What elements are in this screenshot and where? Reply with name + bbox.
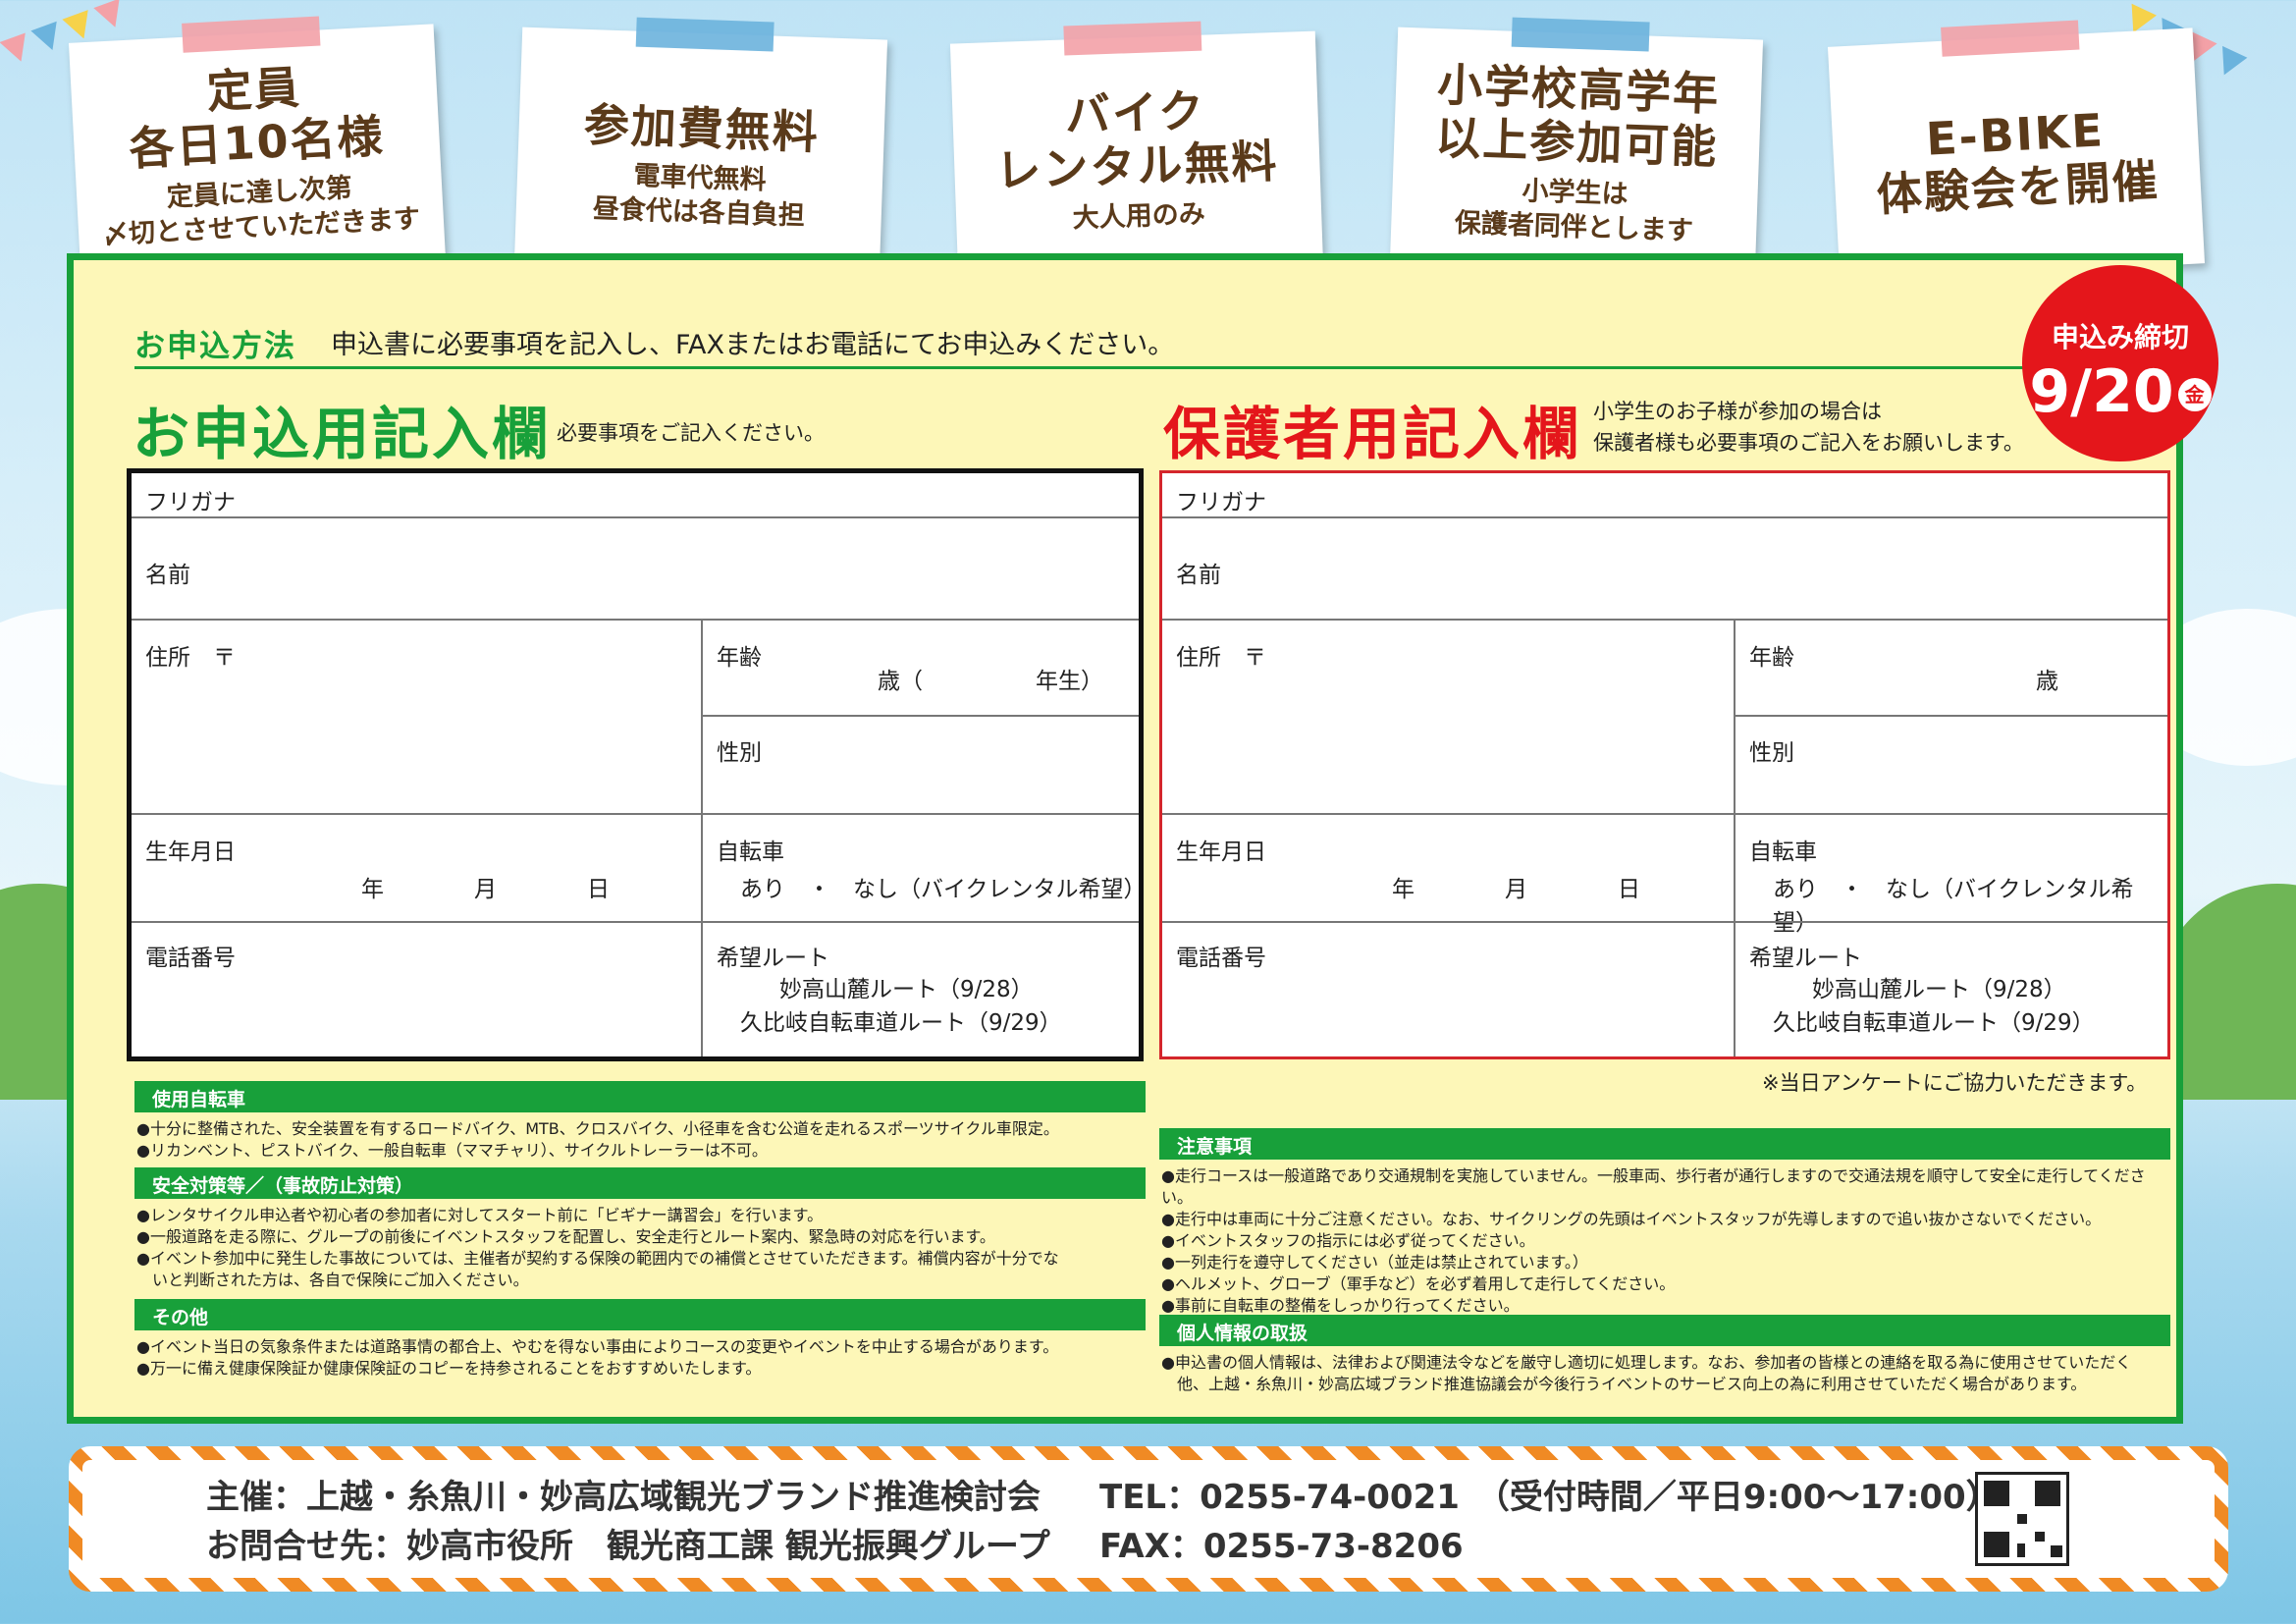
tape-decoration — [1941, 20, 2080, 57]
contact-office: お問合せ先：妙高市役所 観光商工課 観光振興グループ — [206, 1527, 1050, 1566]
feature-card-bike-rental: バイク レンタル無料 大人用のみ — [949, 21, 1324, 280]
route-label: 希望ルート — [717, 946, 829, 971]
name-field[interactable] — [132, 518, 1139, 617]
guardian-section-title: 保護者用記入欄 — [1163, 401, 1583, 467]
applicant-section-note: 必要事項をご記入ください。 — [557, 421, 825, 445]
route-option-1[interactable]: 妙高山麓ルート（9/28） — [1812, 970, 2066, 1003]
age-label: 年齢 — [717, 645, 762, 671]
deadline-date: 9/20 — [2029, 357, 2174, 426]
notes-bicycle-text: ●十分に整備された、安全装置を有するロードバイク、MTB、クロスバイク、小径車を… — [136, 1119, 1059, 1160]
bicycle-label: 自転車 — [1749, 839, 1817, 865]
divider — [134, 366, 2068, 369]
contact-footer: 主催：上越・糸魚川・妙高広域観光ブランド推進検討会 お問合せ先：妙高市役所 観光… — [69, 1446, 2228, 1592]
bicycle-options[interactable]: あり ・ なし（バイクレンタル希望） — [1773, 870, 2167, 937]
card-heading: 参加費無料 — [582, 97, 821, 160]
card-heading: レンタル無料 — [994, 135, 1280, 198]
guardian-form: フリガナ 名前 住所 〒 年齢 歳 性別 生年月日 年 月 日 自転車 あり ・… — [1159, 470, 2170, 1059]
deadline-day: 金 — [2177, 378, 2212, 412]
furigana-field[interactable] — [132, 473, 1139, 516]
birthday-units: 年 月 日 — [361, 877, 610, 902]
birthday-label: 生年月日 — [1176, 839, 1266, 865]
gender-label: 性別 — [717, 740, 762, 766]
notes-other-title: その他 — [134, 1299, 1146, 1330]
applicant-form: フリガナ 名前 住所 〒 年齢 歳（ 年生） 性別 生年月日 年 月 日 自転車… — [127, 468, 1147, 1061]
deadline-label: 申込み締切 — [2051, 321, 2189, 353]
application-panel: お申込方法 申込書に必要事項を記入し、FAXまたはお電話にてお申込みください。 … — [67, 253, 2183, 1424]
applicant-section-title: お申込用記入欄 — [133, 401, 553, 467]
notes-safety-title: 安全対策等／（事故防止対策） — [134, 1167, 1146, 1199]
birthday-label: 生年月日 — [145, 839, 236, 865]
phone-label: 電話番号 — [145, 946, 236, 971]
birthday-units: 年 月 日 — [1392, 877, 1640, 902]
notes-bicycle-title: 使用自転車 — [134, 1081, 1146, 1112]
phone-label: 電話番号 — [1176, 946, 1266, 971]
tape-decoration — [635, 17, 774, 52]
gender-label: 性別 — [1749, 740, 1794, 766]
organizer: 主催：上越・糸魚川・妙高広域観光ブランド推進検討会 — [206, 1478, 1041, 1517]
address-field[interactable] — [1162, 621, 1732, 817]
fax-number[interactable]: FAX：0255-73-8206 — [1099, 1519, 1464, 1567]
notes-caution-text: ●走行コースは一般道路であり交通規制を実施していません。一般車両、歩行者が通行し… — [1161, 1166, 2146, 1315]
feature-card-age: 小学校高学年 以上参加可能 小学生は 保護者同伴とします — [1389, 17, 1764, 276]
notes-safety-text: ●レンタサイクル申込者や初心者の参加者に対してスタート前に「ビギナー講習会」を行… — [136, 1206, 1059, 1289]
howto-label: お申込方法 — [134, 329, 296, 364]
name-field[interactable] — [1162, 518, 2167, 617]
survey-note: ※当日アンケートにご協力いただきます。 — [1762, 1071, 2148, 1095]
notes-other-text: ●イベント当日の気象条件または道路事情の都合上、やむを得ない事由によりコースの変… — [136, 1337, 1059, 1378]
feature-card-capacity: 定員 各日10名様 定員に達し次第 〆切とさせていただきます — [68, 16, 447, 279]
tape-decoration — [182, 16, 321, 53]
notes-privacy-title: 個人情報の取扱 — [1159, 1315, 2170, 1346]
bicycle-label: 自転車 — [717, 839, 784, 865]
route-option-2[interactable]: 久比岐自転車道ルート（9/29） — [740, 1003, 1062, 1037]
guardian-section-note: 保護者様も必要事項のご記入をお願いします。 — [1593, 431, 2024, 455]
notes-caution-title: 注意事項 — [1159, 1128, 2170, 1160]
age-unit: 歳 — [2036, 669, 2058, 694]
deadline-badge: 申込み締切 9/20 金 — [2022, 265, 2218, 461]
age-label: 年齢 — [1749, 645, 1794, 671]
tape-decoration — [1511, 17, 1650, 52]
address-field[interactable] — [132, 621, 699, 817]
card-note: 大人用のみ — [1072, 198, 1206, 234]
route-option-2[interactable]: 久比岐自転車道ルート（9/29） — [1773, 1003, 2095, 1037]
card-heading: 以上参加可能 — [1434, 111, 1720, 175]
age-unit: 歳（ 年生） — [878, 669, 1103, 694]
furigana-field[interactable] — [1162, 473, 2167, 516]
tel-number[interactable]: TEL：0255-74-0021 （受付時間／平日9:00～17:00） — [1099, 1470, 2000, 1518]
bicycle-options[interactable]: あり ・ なし（バイクレンタル希望） — [740, 870, 1147, 903]
route-option-1[interactable]: 妙高山麓ルート（9/28） — [779, 970, 1034, 1003]
route-label: 希望ルート — [1749, 946, 1862, 971]
tape-decoration — [1063, 21, 1202, 56]
feature-card-ebike: E-BIKE 体験会を開催 — [1827, 20, 2206, 283]
howto-text: 申込書に必要事項を記入し、FAXまたはお電話にてお申込みください。 — [331, 330, 1175, 360]
guardian-section-note: 小学生のお子様が参加の場合は — [1593, 400, 1882, 423]
notes-privacy-text: ●申込書の個人情報は、法律および関連法令などを厳守し適切に処理します。なお、参加… — [1161, 1353, 2132, 1393]
feature-card-fee: 参加費無料 電車代無料 昼食代は各自負担 — [513, 17, 888, 276]
qr-code-icon[interactable] — [1975, 1472, 2069, 1566]
